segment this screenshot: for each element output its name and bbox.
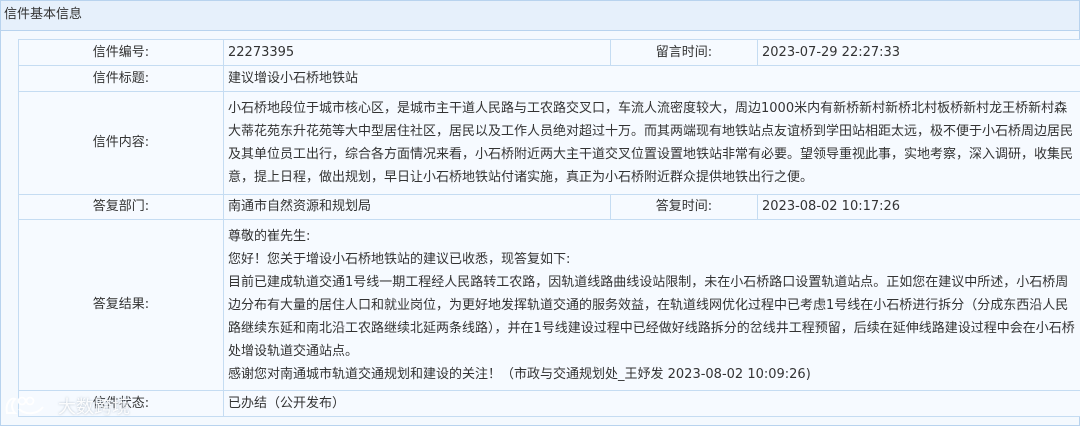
reply-dept-value: 南通市自然资源和规划局 <box>223 194 611 220</box>
reply-dept-label: 答复部门: <box>18 194 224 220</box>
reply-result-label: 答复结果: <box>18 219 224 391</box>
panel-title: 信件基本信息 <box>1 1 1079 31</box>
letter-info-panel: 信件基本信息 信件编号: 22273395 留言时间: 2023-07-29 2… <box>0 0 1080 426</box>
reply-result-text: 尊敬的崔先生: 您好！您关于增设小石桥地铁站的建议已收悉，现答复如下: 目前已建… <box>228 224 1077 387</box>
letter-number-value: 22273395 <box>223 39 611 66</box>
table-row: 信件状态: 已办结（公开发布） <box>18 390 1080 417</box>
reply-time-value: 2023-08-02 10:17:26 <box>757 194 1080 220</box>
reply-closing: 感谢您对南通城市轨道交通规划和建设的关注！（市政与交通规划处_王妤发 2023-… <box>228 366 811 382</box>
letter-content-cell: 小石桥地段位于城市核心区，是城市主干道人民路与工农路交叉口，车流人流密度较大，周… <box>223 91 1080 195</box>
table-row: 信件标题: 建议增设小石桥地铁站 <box>18 65 1080 92</box>
table-row: 信件内容: 小石桥地段位于城市核心区，是城市主干道人民路与工农路交叉口，车流人流… <box>18 91 1080 195</box>
letter-info-table: 信件编号: 22273395 留言时间: 2023-07-29 22:27:33… <box>18 39 1080 417</box>
message-time-label: 留言时间: <box>610 39 758 66</box>
table-row: 信件编号: 22273395 留言时间: 2023-07-29 22:27:33 <box>18 39 1080 66</box>
table-row: 答复结果: 尊敬的崔先生: 您好！您关于增设小石桥地铁站的建议已收悉，现答复如下… <box>18 219 1080 391</box>
table-row: 答复部门: 南通市自然资源和规划局 答复时间: 2023-08-02 10:17… <box>18 194 1080 220</box>
letter-title-value: 建议增设小石桥地铁站 <box>223 65 1080 92</box>
letter-content-text: 小石桥地段位于城市核心区，是城市主干道人民路与工农路交叉口，车流人流密度较大，周… <box>228 101 1074 185</box>
letter-title-label: 信件标题: <box>18 65 224 92</box>
reply-time-label: 答复时间: <box>610 194 758 220</box>
letter-content-label: 信件内容: <box>18 91 224 195</box>
reply-intro: 您好！您关于增设小石桥地铁站的建议已收悉，现答复如下: <box>228 251 571 267</box>
letter-status-value: 已办结（公开发布） <box>223 390 1080 417</box>
reply-greeting: 尊敬的崔先生: <box>228 228 311 244</box>
letter-status-label: 信件状态: <box>18 390 224 417</box>
reply-result-cell: 尊敬的崔先生: 您好！您关于增设小石桥地铁站的建议已收悉，现答复如下: 目前已建… <box>223 219 1080 391</box>
reply-body: 目前已建成轨道交通1号线一期工程经人民路转工农路，因轨道线路曲线设站限制，未在小… <box>228 274 1075 359</box>
letter-number-label: 信件编号: <box>18 39 224 66</box>
message-time-value: 2023-07-29 22:27:33 <box>757 39 1080 66</box>
